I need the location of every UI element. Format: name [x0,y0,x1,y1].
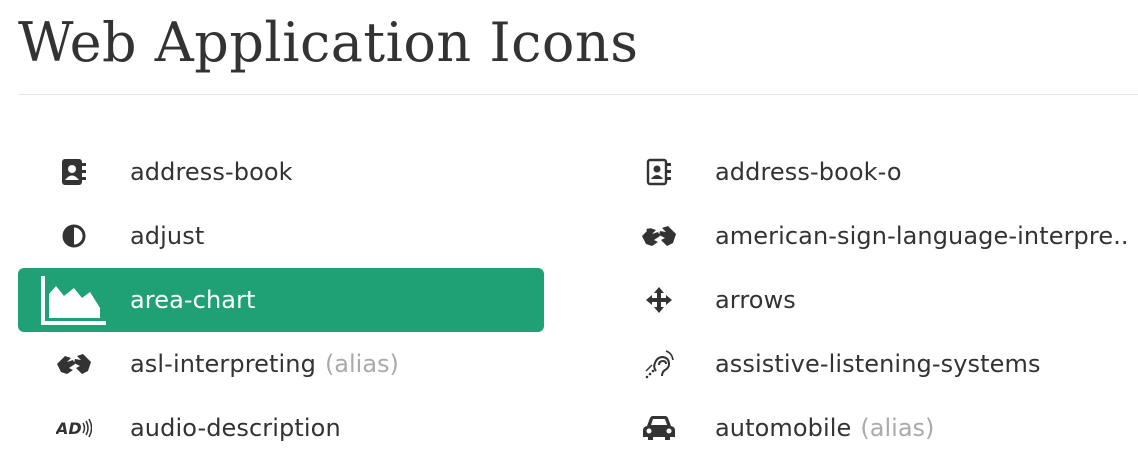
alias-tag: (alias) [860,414,935,442]
alias-tag: (alias) [324,350,399,378]
icon-item-address-book[interactable]: address-book [18,140,603,204]
icon-label: asl-interpreting [130,350,316,378]
icon-label: arrows [715,286,796,314]
icon-label: address-book [130,158,293,186]
icon-label: american-sign-language-interpre.. [715,222,1129,250]
icon-item-adjust[interactable]: adjust [18,204,603,268]
car-icon [603,396,715,460]
address-book-o-icon [603,140,715,204]
icon-label: address-book-o [715,158,902,186]
asl-interpreting-icon [603,204,715,268]
icon-label: adjust [130,222,205,250]
icon-item-address-book-o[interactable]: address-book-o [603,140,1138,204]
icon-item-audio-description[interactable]: AD audio-description [18,396,603,460]
icon-list: address-book address-book-o adjust ameri… [18,140,1138,460]
adjust-icon [18,204,130,268]
icon-label: area-chart [130,286,256,314]
audio-description-icon: AD [18,396,130,460]
area-chart-icon [18,268,130,332]
icon-label: audio-description [130,414,341,442]
icon-item-assistive-listening-systems[interactable]: assistive-listening-systems [603,332,1138,396]
icon-item-arrows[interactable]: arrows [603,268,1138,332]
page-title: Web Application Icons [18,11,639,74]
address-book-icon [18,140,130,204]
svg-text:AD: AD [56,419,82,438]
icon-label: automobile [715,414,852,442]
icon-item-area-chart[interactable]: area-chart [18,268,544,332]
asl-interpreting-icon [18,332,130,396]
icon-item-asl-interpreting[interactable]: asl-interpreting (alias) [18,332,603,396]
assistive-listening-icon [603,332,715,396]
arrows-icon [603,268,715,332]
icon-item-american-sign-language-interpreting[interactable]: american-sign-language-interpre.. [603,204,1138,268]
icon-item-automobile[interactable]: automobile (alias) [603,396,1138,460]
icon-label: assistive-listening-systems [715,350,1041,378]
title-divider [18,94,1138,95]
